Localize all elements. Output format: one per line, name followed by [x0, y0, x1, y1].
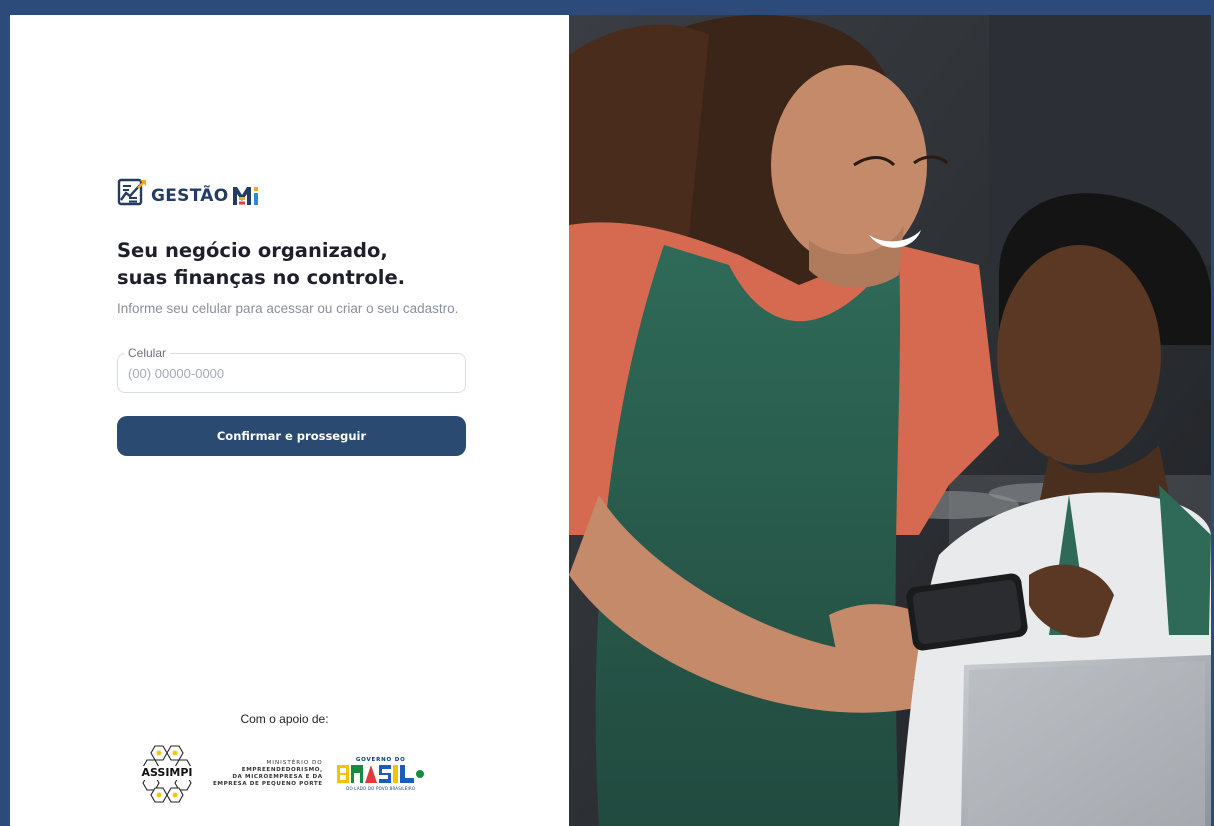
- page-subtitle: Informe seu celular para acessar ou cria…: [117, 301, 459, 316]
- photo-people-with-smartphone-icon: [569, 15, 1211, 826]
- hero-photo: [569, 15, 1211, 826]
- assimpi-text: ASSIMPI: [135, 766, 199, 780]
- ministry-logo: MINISTÉRIO DO EMPREENDEDORISMO, DA MICRO…: [213, 760, 323, 788]
- headline-line-2: suas finanças no controle.: [117, 266, 406, 289]
- page-title: Seu negócio organizado, suas finanças no…: [117, 237, 537, 291]
- confirm-button[interactable]: Confirmar e prosseguir: [117, 416, 466, 456]
- login-panel: GESTÃO Seu negócio organizado, suas fina…: [10, 15, 569, 826]
- ministry-line-4: EMPRESA DE PEQUENO PORTE: [213, 781, 323, 787]
- ministry-line-1: MINISTÉRIO DO: [266, 760, 323, 766]
- support-heading: Com o apoio de:: [240, 712, 329, 726]
- brasil-wordmark-icon: [336, 765, 424, 783]
- partner-logos: ASSIMPI MINISTÉRIO DO EMPREENDEDORISMO, …: [135, 744, 425, 804]
- phone-field: Celular: [117, 346, 466, 393]
- ministry-line-2: EMPREENDEDORISMO,: [241, 767, 323, 773]
- assimpi-logo: ASSIMPI: [135, 744, 199, 804]
- ministry-line-3: DA MICROEMPRESA E DA: [232, 774, 323, 780]
- gov-tagline: DO LADO DO POVO BRASILEIRO: [346, 786, 416, 791]
- phone-label: Celular: [124, 346, 171, 360]
- report-chart-icon: [117, 178, 146, 206]
- gestao-mei-logo: GESTÃO: [117, 176, 261, 208]
- headline-line-1: Seu negócio organizado,: [117, 239, 388, 262]
- governo-brasil-logo: GOVERNO DO DO LADO DO POVO BRASILEIRO: [336, 757, 425, 791]
- phone-input[interactable]: [128, 364, 448, 383]
- mei-logo-icon: [232, 187, 258, 205]
- brand-name: GESTÃO: [151, 186, 229, 206]
